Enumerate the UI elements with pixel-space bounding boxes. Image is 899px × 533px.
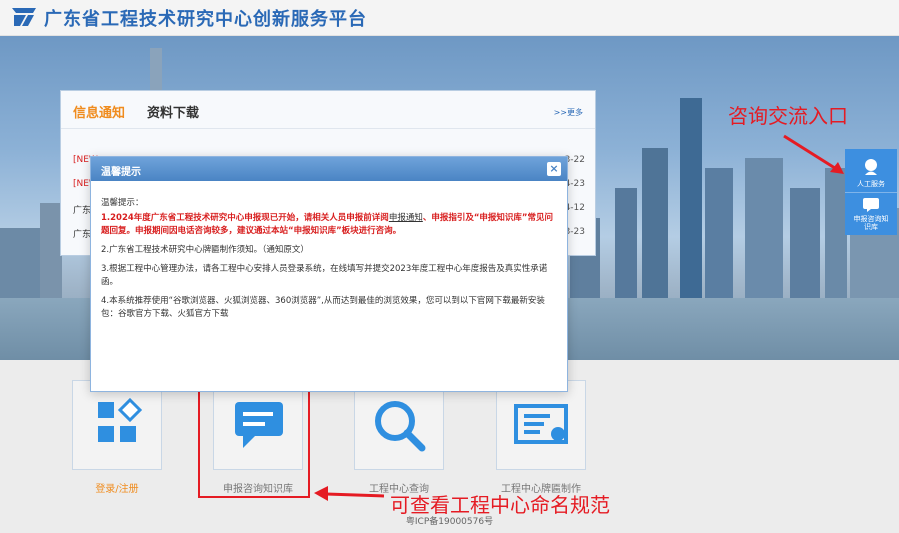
human-service-label: 人工服务	[857, 180, 885, 188]
footer-icp[interactable]: 粤ICP备19000576号	[0, 514, 899, 527]
modal-title: 温馨提示	[101, 167, 141, 178]
modal-notice-4: 4.本系统推荐使用“谷歌浏览器、火狐浏览器、360浏览器”,从而达到最佳的浏览效…	[101, 296, 545, 319]
tab-downloads[interactable]: 资料下载	[147, 102, 199, 121]
certificate-icon	[514, 404, 568, 444]
modal-body: 温馨提示： 1.2024年度广东省工程技术研究中心申报现已开始，请相关人员申报前…	[101, 197, 556, 327]
modal-notice-1: 1.2024年度广东省工程技术研究中心申报现已开始，请相关人员申报前详阅申报通知…	[101, 213, 554, 236]
tab-info-notice[interactable]: 信息通知	[73, 102, 125, 121]
modal-notice-2: 2.广东省工程技术研究中心牌匾制作须知。（通知原文）	[101, 245, 309, 255]
close-icon[interactable]: ×	[547, 162, 561, 176]
more-link[interactable]: >>更多	[554, 107, 583, 118]
news-tabs: 信息通知 资料下载 >>更多	[61, 91, 595, 129]
annotation-consult-entry: 咨询交流入口	[728, 104, 848, 128]
chat-icon	[863, 198, 879, 212]
login-register-label[interactable]: 登录/注册	[72, 480, 162, 495]
center-query-tile[interactable]	[354, 380, 444, 470]
search-icon	[375, 401, 426, 452]
modal-greeting: 温馨提示：	[101, 198, 144, 208]
news-item-title: 广东	[73, 230, 92, 240]
annotation-arrow-left-icon	[314, 486, 385, 501]
apply-notice-link[interactable]: 申报通知	[389, 213, 423, 223]
knowledge-base-label: 申报咨询知识库	[853, 215, 889, 231]
plaque-production-tile[interactable]	[496, 380, 586, 470]
customer-service-icon	[865, 159, 877, 175]
service-widget: 人工服务 申报咨询知识库	[845, 149, 897, 235]
annotation-arrow-icon	[783, 134, 844, 174]
site-logo-icon[interactable]	[8, 6, 38, 28]
modal-header: 温馨提示 ×	[91, 157, 567, 181]
site-title: 广东省工程技术研究中心创新服务平台	[44, 9, 367, 30]
knowledge-base-button[interactable]: 申报咨询知识库	[845, 195, 897, 233]
login-register-tile[interactable]	[72, 380, 162, 470]
annotation-highlight-frame	[198, 390, 310, 498]
site-header: 广东省工程技术研究中心创新服务平台	[0, 0, 899, 36]
modal-notice-3: 3.根据工程中心管理办法，请各工程中心安排人员登录系统，在线填写并提交2023年…	[101, 264, 548, 287]
notice-modal: 温馨提示 × 温馨提示： 1.2024年度广东省工程技术研究中心申报现已开始，请…	[90, 156, 568, 392]
human-service-button[interactable]: 人工服务	[845, 155, 897, 193]
grid-diamond-icon	[98, 397, 143, 442]
news-item-title: 广东	[73, 206, 92, 216]
